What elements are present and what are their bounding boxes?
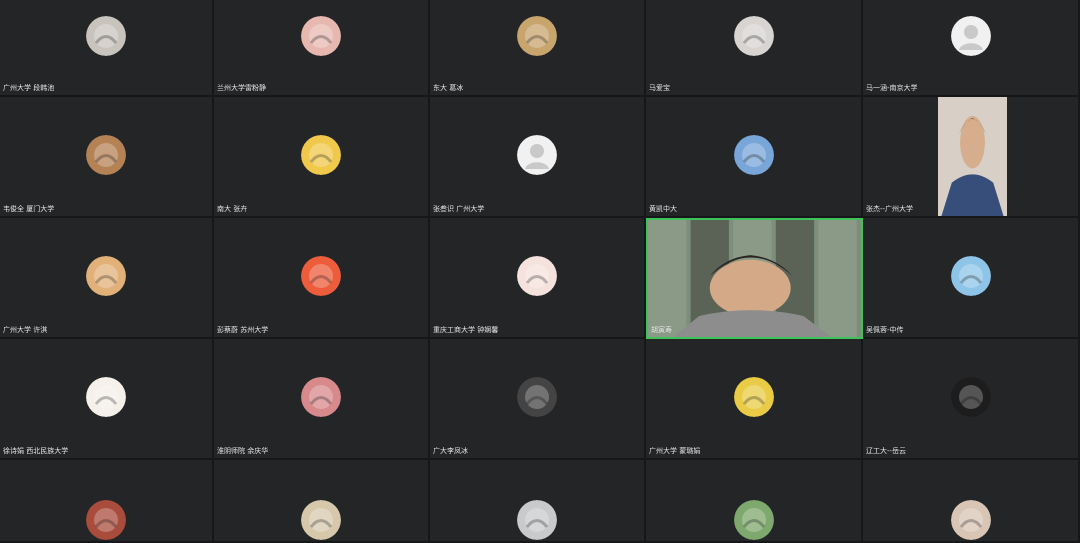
girl-with-pearl-earring-icon — [301, 135, 341, 175]
cat-black-white-icon — [517, 377, 557, 417]
participant-tile[interactable]: 彭蔡蔚 苏州大学 — [214, 218, 430, 339]
photo-dog-icon — [86, 16, 126, 56]
participant-tile[interactable] — [646, 460, 863, 543]
participant-tile[interactable]: 兰州大学雷粉静 — [214, 0, 430, 97]
participant-name: 广州大学 蒙璐娟 — [649, 447, 701, 455]
participant-tile[interactable]: 黄凯中大 — [646, 97, 863, 218]
participant-name: 彭蔡蔚 苏州大学 — [217, 326, 269, 334]
red-pattern-icon — [86, 500, 126, 540]
dark-window-icon — [950, 377, 991, 417]
participant-tile[interactable]: 张杰--广州大学 — [863, 97, 1080, 218]
participant-tile[interactable] — [0, 460, 214, 543]
white-cat-icon — [733, 16, 774, 56]
participant-name: 广州大学 许淇 — [3, 326, 48, 334]
participant-tile[interactable]: 马爱宝 — [646, 0, 863, 97]
participant-tile[interactable]: 韦俊全 厦门大学 — [0, 97, 214, 218]
active-speaker-video — [648, 220, 861, 337]
city-tower-icon — [301, 377, 341, 417]
participant-name: 马爱宝 — [649, 84, 670, 92]
participant-name: 张叁识 广州大学 — [433, 205, 485, 213]
participant-tile[interactable]: 胡寅寿 — [646, 218, 863, 339]
cat-photo-icon — [517, 16, 557, 56]
participant-grid: 广州大学 段韩池 兰州大学雷粉静 东大 葛冰 马爱宝 马一涵-南京大学韦俊全 厦门大学 南… — [0, 0, 1080, 543]
participant-name: 重庆工商大学 钟娴馨 — [433, 326, 499, 334]
participant-name: 胡寅寿 — [651, 326, 672, 334]
participant-name: 韦俊全 厦门大学 — [3, 205, 55, 213]
participant-tile[interactable]: 淮阴师院 余庆华 — [214, 339, 430, 460]
red-white-logo-icon — [517, 256, 557, 296]
participant-tile[interactable]: 广州大学 许淇 — [0, 218, 214, 339]
participant-name: 徐诗娟 西北民族大学 — [3, 447, 69, 455]
participant-name: 淮阴师院 余庆华 — [217, 447, 269, 455]
participant-tile[interactable] — [430, 460, 646, 543]
participant-tile[interactable] — [214, 460, 430, 543]
participant-tile[interactable]: 马一涵-南京大学 — [863, 0, 1080, 97]
participant-tile[interactable]: 东大 葛冰 — [430, 0, 646, 97]
cartoon-boy-icon — [301, 256, 341, 296]
participant-name: 张杰--广州大学 — [866, 205, 914, 213]
participant-tile[interactable]: 广大李凤冰 — [430, 339, 646, 460]
participant-tile[interactable] — [863, 460, 1080, 543]
girl-photo-icon — [86, 256, 126, 296]
participant-name: 广州大学 段韩池 — [3, 84, 55, 92]
bear-photo-icon — [86, 135, 126, 175]
participant-name: 广大李凤冰 — [433, 447, 468, 455]
participant-tile[interactable]: 广州大学 段韩池 — [0, 0, 214, 97]
participant-name: 南大 张卉 — [217, 205, 248, 213]
participant-name: 马一涵-南京大学 — [866, 84, 918, 92]
participant-name: 辽工大--岳云 — [866, 447, 907, 455]
cartoon-boy-2-icon — [301, 500, 341, 540]
participant-name: 吴佩蓉-中传 — [866, 326, 904, 334]
landscape-ink-icon — [517, 500, 557, 540]
participant-tile[interactable]: 辽工大--岳云 — [863, 339, 1080, 460]
blonde-girl-icon — [733, 377, 774, 417]
participant-tile[interactable]: 南大 张卉 — [214, 97, 430, 218]
default-user-icon — [517, 135, 557, 175]
participant-name: 东大 葛冰 — [433, 84, 464, 92]
pink-flower-icon — [301, 16, 341, 56]
colorful-painting-icon — [733, 135, 774, 175]
default-user-icon — [950, 16, 991, 56]
participant-name: 黄凯中大 — [649, 205, 677, 213]
participant-tile[interactable]: 张叁识 广州大学 — [430, 97, 646, 218]
participant-tile[interactable]: 重庆工商大学 钟娴馨 — [430, 218, 646, 339]
participant-tile[interactable]: 徐诗娟 西北民族大学 — [0, 339, 214, 460]
cartoon-face-icon — [86, 377, 126, 417]
snoopy-icon — [950, 500, 991, 540]
plant-sky-icon — [950, 256, 991, 296]
white-lily-icon — [733, 500, 774, 540]
participant-name: 兰州大学雷粉静 — [217, 84, 266, 92]
participant-tile[interactable]: 广州大学 蒙璐娟 — [646, 339, 863, 460]
participant-video — [938, 97, 1007, 216]
participant-tile[interactable]: 吴佩蓉-中传 — [863, 218, 1080, 339]
